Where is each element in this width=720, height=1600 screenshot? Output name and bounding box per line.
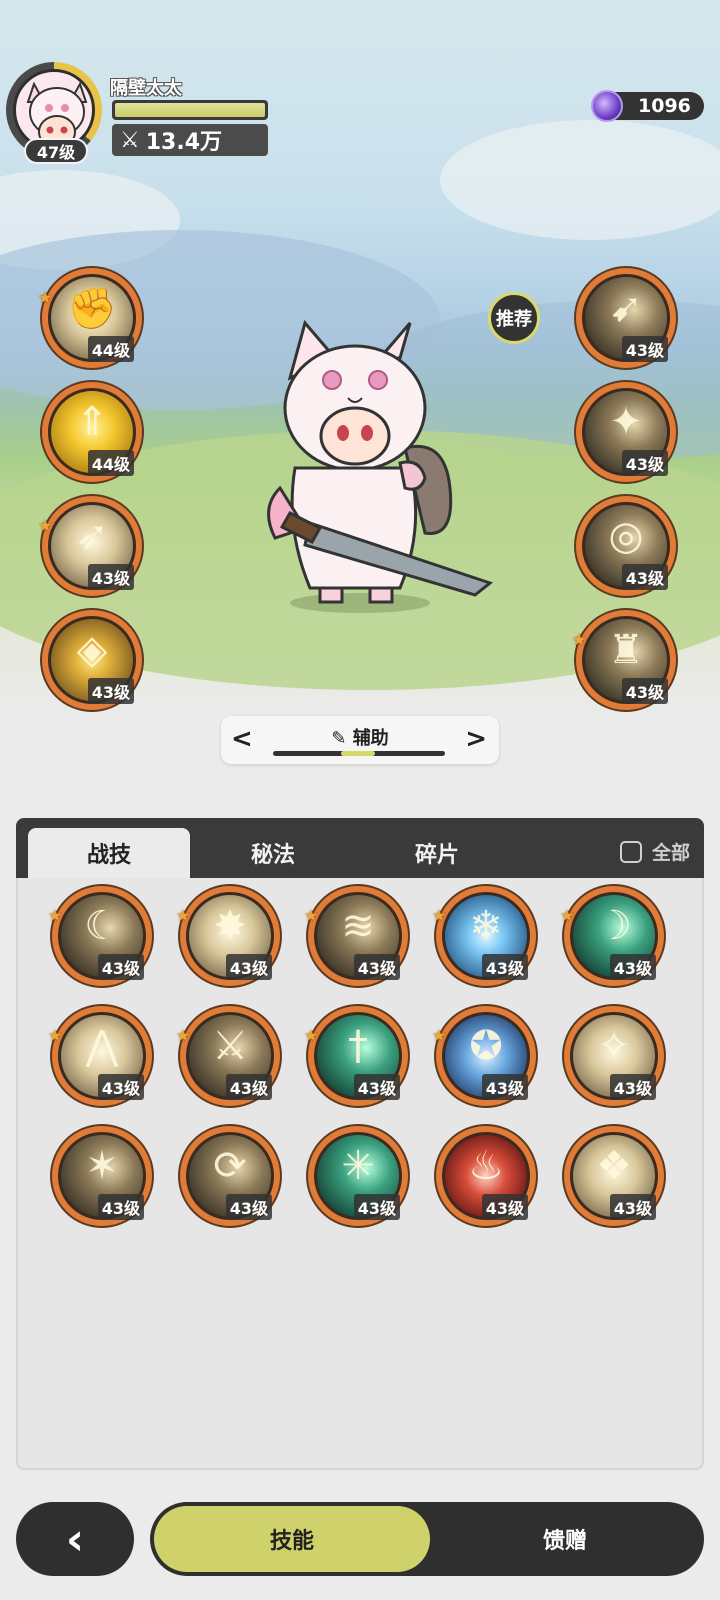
skill-level-label: 43级 xyxy=(621,336,668,362)
skill-level-label: 43级 xyxy=(621,678,668,704)
right-skill-slot[interactable]: ◎ 43级 xyxy=(576,496,676,596)
skill-grid-item[interactable]: ☽ 43级 ★ xyxy=(560,886,664,986)
star-icon: ★ xyxy=(176,1026,191,1045)
player-level-badge: 47级 xyxy=(24,138,88,164)
skill-grid-item[interactable]: ✸ 43级 ★ xyxy=(176,886,280,986)
show-all-label: 全部 xyxy=(651,842,690,864)
skill-grid-item[interactable]: ❖ 43级 xyxy=(564,1126,664,1226)
star-icon: ★ xyxy=(48,1026,63,1045)
star-icon: ★ xyxy=(432,1026,447,1045)
skill-grid-item[interactable]: ✪ 43级 ★ xyxy=(432,1006,536,1106)
skill-grid-item[interactable]: ⚔ 43级 ★ xyxy=(176,1006,280,1106)
skill-level-label: 43级 xyxy=(609,954,656,980)
left-skill-slot[interactable]: ◈ 43级 xyxy=(42,610,142,710)
skill-grid-item[interactable]: ✶ 43级 xyxy=(52,1126,152,1226)
bottom-tab-skills[interactable]: 技能 xyxy=(154,1506,430,1572)
star-icon: ★ xyxy=(176,906,191,925)
skill-grid-item[interactable]: ❄ 43级 ★ xyxy=(432,886,536,986)
skill-grid-item[interactable]: ☾ 43级 ★ xyxy=(48,886,152,986)
skill-grid-item[interactable]: ⟳ 43级 xyxy=(180,1126,280,1226)
left-skill-slot[interactable]: ✊ 44级 ★ xyxy=(38,268,142,368)
skill-grid-item[interactable]: ✧ 43级 xyxy=(564,1006,664,1106)
purple-gem-icon xyxy=(591,90,623,122)
player-name: 隔壁太太 xyxy=(110,78,182,99)
category-label: 辅助 xyxy=(352,728,389,749)
skill-level-label: 43级 xyxy=(621,564,668,590)
left-skill-slot[interactable]: ➶ 43级 ★ xyxy=(38,496,142,596)
show-all-toggle[interactable]: 全部 xyxy=(619,838,690,865)
star-icon: ★ xyxy=(572,630,587,649)
star-icon: ★ xyxy=(560,906,575,925)
skill-level-label: 43级 xyxy=(97,1074,144,1100)
skill-grid-item[interactable]: ♨ 43级 xyxy=(436,1126,536,1226)
skill-level-label: 43级 xyxy=(609,1194,656,1220)
star-icon: ★ xyxy=(48,906,63,925)
skill-level-label: 43级 xyxy=(87,564,134,590)
show-all-checkbox[interactable] xyxy=(619,840,642,863)
combat-power: ⚔ 13.4万 xyxy=(112,124,268,156)
tab-fragments[interactable]: 碎片 xyxy=(356,828,518,878)
star-icon: ★ xyxy=(432,906,447,925)
crossed-swords-icon: ⚔ xyxy=(120,127,140,153)
left-skill-slot[interactable]: ⇑ 44级 xyxy=(42,382,142,482)
back-button[interactable]: ‹ xyxy=(16,1502,134,1576)
category-switcher: < > ✎ 辅助 xyxy=(221,716,499,764)
player-hp-bar xyxy=(112,100,268,120)
currency-amount: 1096 xyxy=(638,95,691,117)
skill-grid-item[interactable]: ⋀ 43级 ★ xyxy=(48,1006,152,1106)
skill-level-label: 43级 xyxy=(353,1074,400,1100)
right-skill-slot[interactable]: ✦ 43级 xyxy=(576,382,676,482)
right-skill-slot[interactable]: ➹ 43级 xyxy=(576,268,676,368)
skill-level-label: 43级 xyxy=(481,1194,528,1220)
skill-level-label: 43级 xyxy=(609,1074,656,1100)
star-icon: ★ xyxy=(38,288,53,307)
skill-level-label: 43级 xyxy=(97,1194,144,1220)
skill-level-label: 43级 xyxy=(621,450,668,476)
skill-level-label: 43级 xyxy=(225,1194,272,1220)
category-track xyxy=(273,751,445,756)
combat-power-value: 13.4万 xyxy=(145,130,223,155)
skill-tabbar: 战技 秘法 碎片 全部 xyxy=(16,818,704,878)
skill-level-label: 43级 xyxy=(353,954,400,980)
right-skill-slot[interactable]: ♜ 43级 ★ xyxy=(572,610,676,710)
skill-level-label: 44级 xyxy=(87,450,134,476)
skill-level-label: 43级 xyxy=(97,954,144,980)
skill-grid-item[interactable]: ≋ 43级 ★ xyxy=(304,886,408,986)
star-icon: ★ xyxy=(38,516,53,535)
tab-combat-skills[interactable]: 战技 xyxy=(28,828,190,878)
category-label-wrap: ✎ 辅助 xyxy=(221,724,499,750)
skill-level-label: 43级 xyxy=(481,954,528,980)
skill-grid-item[interactable]: ✳ 43级 xyxy=(308,1126,408,1226)
skill-level-label: 43级 xyxy=(225,954,272,980)
skill-level-label: 43级 xyxy=(481,1074,528,1100)
bottom-tab-gifts[interactable]: 馈赠 xyxy=(430,1506,700,1572)
pencil-icon: ✎ xyxy=(331,728,347,749)
skills-panel: 战技 秘法 碎片 全部 ☾ 43级 ★ ✸ 43级 ★ ≋ 43级 ★ ❄ 43级 ★ ☽ 43级 ★ ⋀ 43… xyxy=(16,818,704,1470)
star-icon: ★ xyxy=(304,906,319,925)
skill-level-label: 43级 xyxy=(87,678,134,704)
skill-level-label: 44级 xyxy=(87,336,134,362)
skill-level-label: 43级 xyxy=(353,1194,400,1220)
character-cat-warrior xyxy=(250,318,500,618)
skill-grid-item[interactable]: † 43级 ★ xyxy=(304,1006,408,1106)
tab-arcana[interactable]: 秘法 xyxy=(192,828,354,878)
back-chevron-icon: ‹ xyxy=(65,1513,85,1565)
skill-level-label: 43级 xyxy=(225,1074,272,1100)
bottom-tab-bar: 技能 馈赠 xyxy=(150,1502,704,1576)
star-icon: ★ xyxy=(304,1026,319,1045)
